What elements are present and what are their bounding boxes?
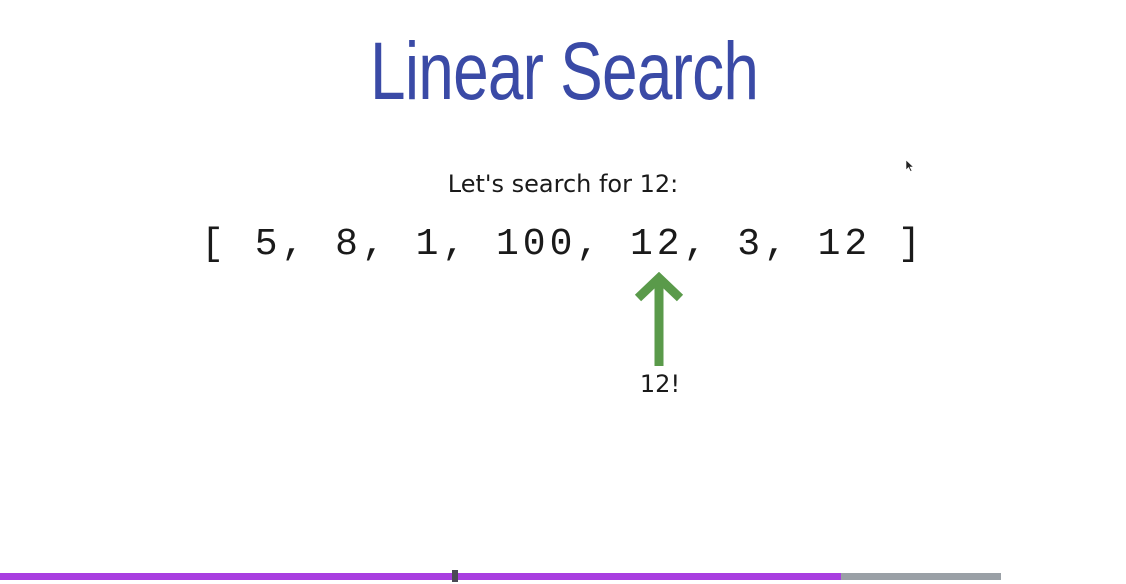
slide: Linear Search Let's search for 12: [ 5, … xyxy=(0,0,1126,584)
chapter-marker[interactable] xyxy=(452,570,458,582)
slide-subtitle: Let's search for 12: xyxy=(447,170,679,198)
array-display: [ 5, 8, 1, 100, 12, 3, 12 ] xyxy=(201,223,925,266)
found-label: 12! xyxy=(639,370,681,398)
mouse-pointer-icon xyxy=(906,160,914,172)
slide-title: Linear Search xyxy=(370,26,759,117)
video-progress-fill xyxy=(0,573,841,580)
up-arrow-icon xyxy=(634,272,684,366)
video-progress-bar[interactable] xyxy=(0,573,1001,580)
